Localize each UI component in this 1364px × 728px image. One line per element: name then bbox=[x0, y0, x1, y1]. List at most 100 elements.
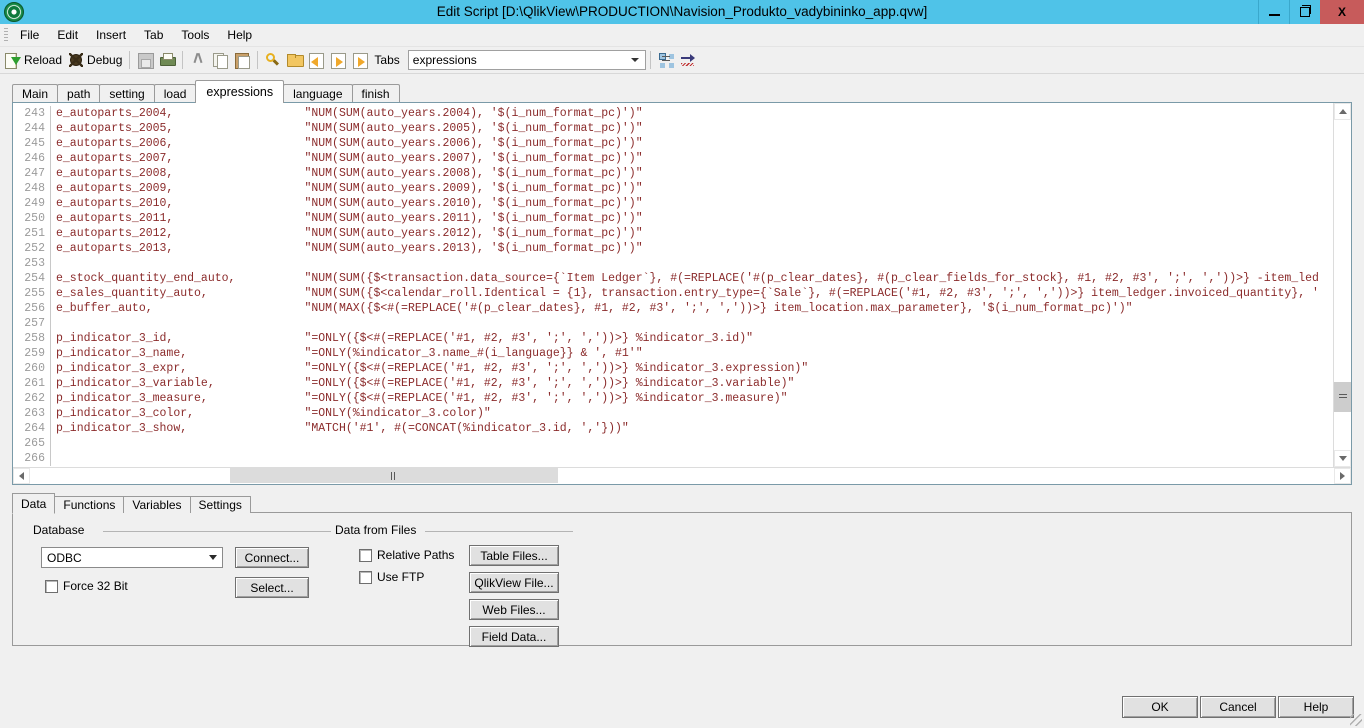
tab-organize-button[interactable] bbox=[655, 49, 677, 71]
ok-button[interactable]: OK bbox=[1122, 696, 1198, 718]
tab-language[interactable]: language bbox=[283, 84, 353, 102]
tab-expressions[interactable]: expressions bbox=[195, 80, 285, 103]
help-button[interactable]: Help bbox=[1278, 696, 1354, 718]
hscroll-thumb-grip-icon bbox=[391, 471, 397, 480]
chevron-down-icon[interactable] bbox=[206, 551, 220, 565]
code-line-text[interactable]: e_autoparts_2013, "NUM(SUM(auto_years.20… bbox=[51, 241, 643, 256]
use-ftp-checkbox[interactable] bbox=[359, 570, 372, 584]
previous-tab-button[interactable] bbox=[306, 49, 328, 71]
connect-button[interactable]: Connect... bbox=[235, 547, 309, 568]
menu-file[interactable]: File bbox=[11, 25, 48, 45]
select-button[interactable]: Select... bbox=[235, 577, 309, 598]
code-line-text[interactable]: p_indicator_3_color, "=ONLY(%indicator_3… bbox=[51, 406, 491, 421]
editor-horizontal-scrollbar[interactable] bbox=[13, 467, 1351, 484]
reload-button[interactable]: Reload bbox=[2, 49, 65, 71]
print-icon bbox=[159, 52, 177, 68]
tab-setting[interactable]: setting bbox=[99, 84, 155, 102]
cancel-button[interactable]: Cancel bbox=[1200, 696, 1276, 718]
editor-vertical-scrollbar[interactable] bbox=[1333, 103, 1351, 467]
cut-button[interactable] bbox=[187, 49, 209, 71]
code-line-text[interactable]: e_autoparts_2010, "NUM(SUM(auto_years.20… bbox=[51, 196, 643, 211]
qlikview-file-button[interactable]: QlikView File... bbox=[469, 572, 559, 593]
database-connector-select[interactable]: ODBC bbox=[41, 547, 223, 568]
code-line-text[interactable] bbox=[51, 451, 56, 466]
save-button[interactable] bbox=[134, 49, 156, 71]
code-line-text[interactable] bbox=[51, 256, 56, 271]
code-line: 252 e_autoparts_2013, "NUM(SUM(auto_years… bbox=[13, 241, 1333, 256]
code-line-text[interactable]: p_indicator_3_show, "MATCH('#1', #(=CONC… bbox=[51, 421, 629, 436]
code-line-text[interactable]: e_autoparts_2004, "NUM(SUM(auto_years.20… bbox=[51, 106, 643, 121]
scroll-up-button[interactable] bbox=[1334, 103, 1351, 120]
scroll-left-button[interactable] bbox=[13, 468, 30, 484]
code-line-text[interactable]: e_autoparts_2006, "NUM(SUM(auto_years.20… bbox=[51, 136, 643, 151]
code-line-text[interactable]: e_sales_quantity_auto, "NUM(SUM({$<calen… bbox=[51, 286, 1319, 301]
code-line-text[interactable]: e_autoparts_2009, "NUM(SUM(auto_years.20… bbox=[51, 181, 643, 196]
tab-main[interactable]: Main bbox=[12, 84, 59, 102]
script-code-area[interactable]: 243 e_autoparts_2004, "NUM(SUM(auto_years… bbox=[13, 103, 1333, 467]
menu-grip-handle[interactable] bbox=[4, 28, 8, 42]
scroll-down-button[interactable] bbox=[1334, 450, 1351, 467]
menu-tools[interactable]: Tools bbox=[172, 25, 218, 45]
code-line-text[interactable]: p_indicator_3_expr, "=ONLY({$<#(=REPLACE… bbox=[51, 361, 808, 376]
auto-format-icon bbox=[680, 52, 696, 68]
menu-insert[interactable]: Insert bbox=[87, 25, 135, 45]
relative-paths-checkbox[interactable] bbox=[359, 548, 372, 562]
bottom-tab-variables[interactable]: Variables bbox=[123, 496, 191, 513]
bottom-tab-strip: Data Functions Variables Settings bbox=[12, 493, 1352, 514]
code-line-text[interactable]: p_indicator_3_name, "=ONLY(%indicator_3.… bbox=[51, 346, 643, 361]
maximize-button[interactable] bbox=[1289, 0, 1320, 24]
bottom-tab-data[interactable]: Data bbox=[12, 493, 56, 514]
code-line-text[interactable]: e_autoparts_2012, "NUM(SUM(auto_years.20… bbox=[51, 226, 643, 241]
menu-help[interactable]: Help bbox=[218, 25, 261, 45]
minimize-icon bbox=[1268, 14, 1280, 16]
find-button[interactable] bbox=[262, 49, 284, 71]
bottom-tab-functions[interactable]: Functions bbox=[54, 496, 125, 513]
resize-grip-icon[interactable] bbox=[1350, 714, 1362, 726]
tabs-select[interactable]: expressions bbox=[407, 50, 646, 70]
code-line-text[interactable]: p_indicator_3_id, "=ONLY({$<#(=REPLACE('… bbox=[51, 331, 753, 346]
tab-path[interactable]: path bbox=[57, 84, 101, 102]
code-line-text[interactable] bbox=[51, 436, 56, 451]
force-32-bit-checkbox[interactable] bbox=[45, 579, 58, 593]
tab-load[interactable]: load bbox=[153, 84, 197, 102]
relative-paths-checkbox-row[interactable]: Relative Paths bbox=[359, 548, 454, 562]
next-tab-button[interactable] bbox=[328, 49, 350, 71]
auto-format-button[interactable] bbox=[677, 49, 699, 71]
chevron-down-icon[interactable] bbox=[626, 52, 644, 68]
close-button[interactable]: X bbox=[1320, 0, 1364, 24]
force-32-bit-checkbox-row[interactable]: Force 32 Bit bbox=[45, 579, 128, 593]
scroll-right-button[interactable] bbox=[1334, 468, 1351, 484]
copy-button[interactable] bbox=[209, 49, 231, 71]
bottom-tab-settings[interactable]: Settings bbox=[189, 496, 251, 513]
code-line-text[interactable]: e_autoparts_2007, "NUM(SUM(auto_years.20… bbox=[51, 151, 643, 166]
table-files-button[interactable]: Table Files... bbox=[469, 545, 559, 566]
use-ftp-label: Use FTP bbox=[377, 570, 425, 584]
menu-edit[interactable]: Edit bbox=[48, 25, 87, 45]
field-data-button[interactable]: Field Data... bbox=[469, 626, 559, 647]
code-line-text[interactable]: e_autoparts_2005, "NUM(SUM(auto_years.20… bbox=[51, 121, 643, 136]
code-line-text[interactable]: e_stock_quantity_end_auto, "NUM(SUM({$<t… bbox=[51, 271, 1319, 286]
print-button[interactable] bbox=[156, 49, 178, 71]
code-line: 264 p_indicator_3_show, "MATCH('#1', #(=C… bbox=[13, 421, 1333, 436]
database-connector-value: ODBC bbox=[47, 550, 82, 565]
code-line-text[interactable]: e_autoparts_2011, "NUM(SUM(auto_years.20… bbox=[51, 211, 643, 226]
open-folder-button[interactable] bbox=[284, 49, 306, 71]
horizontal-scroll-thumb[interactable] bbox=[230, 468, 558, 483]
vertical-scroll-thumb[interactable] bbox=[1334, 382, 1351, 412]
vertical-scroll-track[interactable] bbox=[1334, 120, 1351, 450]
code-line-text[interactable]: p_indicator_3_variable, "=ONLY({$<#(=REP… bbox=[51, 376, 794, 391]
paste-button[interactable] bbox=[231, 49, 253, 71]
line-number: 256 bbox=[13, 301, 51, 316]
tab-finish[interactable]: finish bbox=[351, 84, 400, 102]
horizontal-scroll-track[interactable] bbox=[30, 468, 1334, 484]
code-line-text[interactable]: e_autoparts_2008, "NUM(SUM(auto_years.20… bbox=[51, 166, 643, 181]
debug-button[interactable]: Debug bbox=[65, 49, 125, 71]
use-ftp-checkbox-row[interactable]: Use FTP bbox=[359, 570, 424, 584]
code-line-text[interactable] bbox=[51, 316, 56, 331]
web-files-button[interactable]: Web Files... bbox=[469, 599, 559, 620]
script-editor-body: 243 e_autoparts_2004, "NUM(SUM(auto_years… bbox=[13, 103, 1351, 467]
code-line-text[interactable]: p_indicator_3_measure, "=ONLY({$<#(=REPL… bbox=[51, 391, 788, 406]
minimize-button[interactable] bbox=[1258, 0, 1289, 24]
menu-tab[interactable]: Tab bbox=[135, 25, 172, 45]
code-line-text[interactable]: e_buffer_auto, "NUM(MAX({$<#(=REPLACE('#… bbox=[51, 301, 1133, 316]
